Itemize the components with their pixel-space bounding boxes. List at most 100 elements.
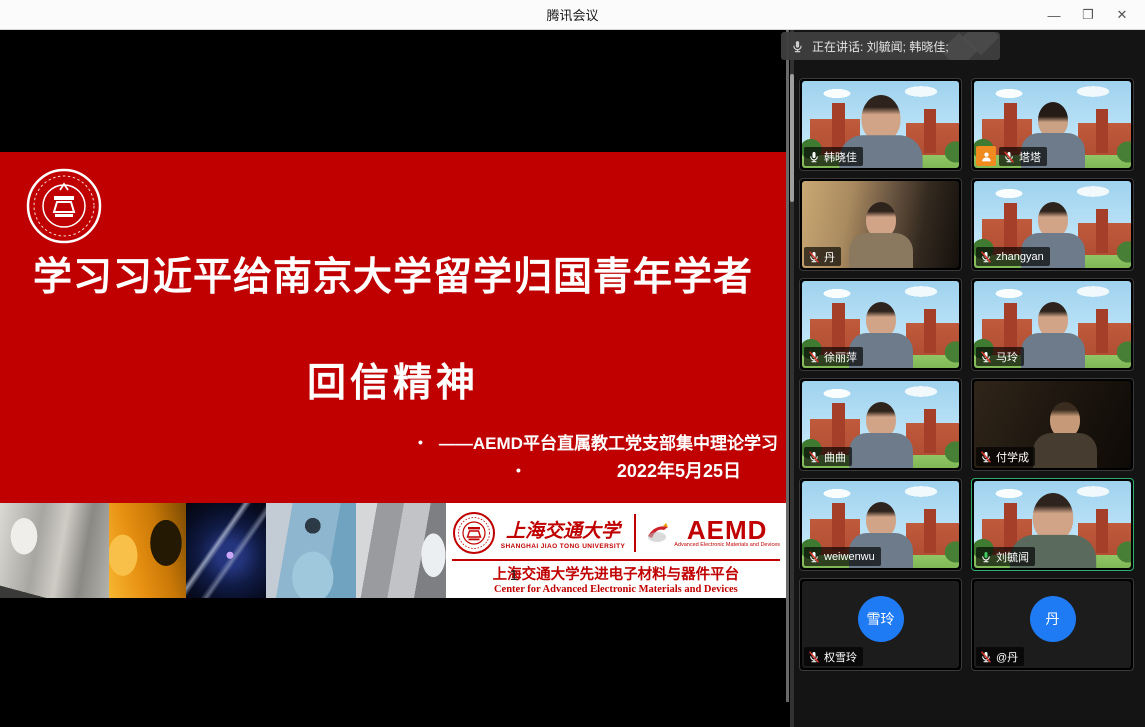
participant-figure bbox=[846, 402, 916, 468]
mic-status-icon bbox=[980, 551, 992, 563]
sjtu-seal-red-icon bbox=[452, 511, 496, 555]
aemd-subtext: Advanced Electronic Materials and Device… bbox=[674, 542, 780, 548]
participant-name: 丹 bbox=[824, 249, 835, 265]
lab-photo-1 bbox=[0, 503, 109, 598]
slide-title-line1: 学习习近平给南京大学留学归国青年学者 bbox=[0, 246, 786, 302]
sidebar-scrollbar-thumb[interactable] bbox=[790, 74, 794, 202]
speaking-toast: 正在讲话: 刘毓闻; 韩晓佳; bbox=[781, 32, 1000, 60]
lab-photo-5 bbox=[356, 503, 446, 598]
participant-tile[interactable]: 曲曲 bbox=[799, 378, 962, 471]
participant-figure bbox=[846, 202, 916, 268]
participant-tile[interactable]: 丹 @丹 bbox=[971, 578, 1134, 671]
participant-tile[interactable]: 韩晓佳 bbox=[799, 78, 962, 171]
presentation-slide: 学习习近平给南京大学留学归国青年学者 回信精神 • ——AEMD平台直属教工党支… bbox=[0, 152, 786, 503]
aemd-name: AEMD bbox=[687, 518, 768, 542]
participant-nameplate: 刘毓闻 bbox=[976, 547, 1035, 566]
participant-nameplate: weiwenwu bbox=[804, 547, 881, 566]
participant-name: 付学成 bbox=[996, 449, 1029, 465]
participant-name: 徐丽萍 bbox=[824, 349, 857, 365]
slide-subtitle-text: ——AEMD平台直属教工党支部集中理论学习 bbox=[439, 429, 778, 454]
mic-status-icon bbox=[808, 551, 820, 563]
mic-status-icon bbox=[980, 451, 992, 463]
shared-window-scrollbar[interactable] bbox=[786, 30, 789, 702]
participant-figure bbox=[1018, 302, 1088, 368]
participant-nameplate: @丹 bbox=[976, 647, 1024, 666]
slide-page-number: 1 bbox=[510, 567, 518, 584]
participant-tile[interactable]: 徐丽萍 bbox=[799, 278, 962, 371]
logo-panel: 上海交通大学 SHANGHAI JIAO TONG UNIVERSITY AEM… bbox=[446, 503, 786, 598]
participant-tile[interactable]: 丹 bbox=[799, 178, 962, 271]
participant-tile[interactable]: zhangyan bbox=[971, 178, 1134, 271]
mic-status-icon bbox=[808, 251, 820, 263]
participant-nameplate: zhangyan bbox=[976, 247, 1050, 266]
platform-name-cn: 上海交通大学先进电子材料与器件平台 bbox=[452, 563, 780, 584]
restore-button[interactable]: ❐ bbox=[1071, 0, 1105, 30]
participant-nameplate: 丹 bbox=[804, 247, 841, 266]
participant-tile[interactable]: weiwenwu bbox=[799, 478, 962, 571]
participant-nameplate: 马玲 bbox=[976, 347, 1024, 366]
sidebar-scrollbar-track[interactable] bbox=[790, 30, 794, 727]
participant-name: 马玲 bbox=[996, 349, 1018, 365]
mic-status-icon bbox=[808, 451, 820, 463]
microphone-icon bbox=[791, 40, 804, 53]
speaking-toast-text: 正在讲话: 刘毓闻; 韩晓佳; bbox=[812, 38, 949, 55]
bullet: • bbox=[516, 462, 521, 478]
participant-figure bbox=[1030, 402, 1100, 468]
participant-tile[interactable]: 马玲 bbox=[971, 278, 1134, 371]
close-button[interactable]: ✕ bbox=[1105, 0, 1139, 30]
title-bar: 腾讯会议 — ❐ ✕ bbox=[0, 0, 1145, 30]
sjtu-name-en: SHANGHAI JIAO TONG UNIVERSITY bbox=[501, 543, 626, 550]
participant-nameplate: 塔塔 bbox=[999, 147, 1047, 166]
participant-video bbox=[974, 81, 1131, 168]
slide-subtitle: • ——AEMD平台直属教工党支部集中理论学习 bbox=[418, 429, 778, 454]
participant-name: zhangyan bbox=[996, 251, 1044, 263]
participant-tile[interactable]: 塔塔 bbox=[971, 78, 1134, 171]
participant-name: 曲曲 bbox=[824, 449, 846, 465]
mic-status-icon bbox=[808, 651, 820, 663]
sjtu-seal-icon bbox=[24, 166, 104, 246]
participant-name: weiwenwu bbox=[824, 551, 875, 563]
participant-nameplate: 徐丽萍 bbox=[804, 347, 863, 366]
tencent-meeting-window: 腾讯会议 — ❐ ✕ 学习习近平给南京大学留学归国青年学者 回信精神 • ——A… bbox=[0, 0, 1145, 727]
lab-photo-2 bbox=[109, 503, 186, 598]
mic-status-icon bbox=[808, 151, 820, 163]
participant-name: 权雪玲 bbox=[824, 649, 857, 665]
sjtu-wordmark: 上海交通大学 SHANGHAI JIAO TONG UNIVERSITY bbox=[501, 516, 626, 550]
screen-share-badge-icon bbox=[976, 146, 996, 166]
participant-name: 韩晓佳 bbox=[824, 149, 857, 165]
participant-nameplate: 曲曲 bbox=[804, 447, 852, 466]
platform-name-en: Center for Advanced Electronic Materials… bbox=[452, 584, 780, 595]
mic-status-icon bbox=[1003, 151, 1015, 163]
participant-tile[interactable]: 付学成 bbox=[971, 378, 1134, 471]
logo-row: 上海交通大学 SHANGHAI JIAO TONG UNIVERSITY AEM… bbox=[452, 508, 780, 558]
mic-status-icon bbox=[980, 351, 992, 363]
lab-photo-3 bbox=[186, 503, 266, 598]
lab-photo-4 bbox=[266, 503, 356, 598]
participant-grid: 韩晓佳 塔塔 bbox=[799, 78, 1136, 671]
participant-tile[interactable]: 雪玲 权雪玲 bbox=[799, 578, 962, 671]
mic-status-icon bbox=[980, 251, 992, 263]
slide-date-text: 2022年5月25日 bbox=[617, 457, 741, 483]
minimize-button[interactable]: — bbox=[1037, 0, 1071, 30]
slide-date: • 2022年5月25日 bbox=[516, 457, 741, 483]
window-controls: — ❐ ✕ bbox=[1037, 0, 1139, 30]
mic-status-icon bbox=[808, 351, 820, 363]
red-rule bbox=[452, 559, 780, 561]
participant-nameplate: 韩晓佳 bbox=[804, 147, 863, 166]
participants-sidebar: 韩晓佳 塔塔 bbox=[790, 30, 1145, 727]
slide-title-line2: 回信精神 bbox=[0, 352, 786, 408]
participant-name: 塔塔 bbox=[1019, 149, 1041, 165]
aemd-logo: AEMD Advanced Electronic Materials and D… bbox=[645, 518, 780, 548]
logo-divider bbox=[634, 514, 636, 552]
mic-status-icon bbox=[980, 651, 992, 663]
avatar-text: 雪玲 bbox=[867, 609, 895, 629]
bullet: • bbox=[418, 434, 423, 450]
avatar: 丹 bbox=[1030, 596, 1076, 642]
window-title: 腾讯会议 bbox=[546, 5, 598, 24]
avatar: 雪玲 bbox=[858, 596, 904, 642]
sjtu-name-cn: 上海交通大学 bbox=[506, 516, 620, 543]
participant-name: @丹 bbox=[996, 649, 1018, 665]
participant-name: 刘毓闻 bbox=[996, 549, 1029, 565]
avatar-text: 丹 bbox=[1046, 609, 1060, 629]
participant-tile[interactable]: 刘毓闻 bbox=[971, 478, 1134, 571]
